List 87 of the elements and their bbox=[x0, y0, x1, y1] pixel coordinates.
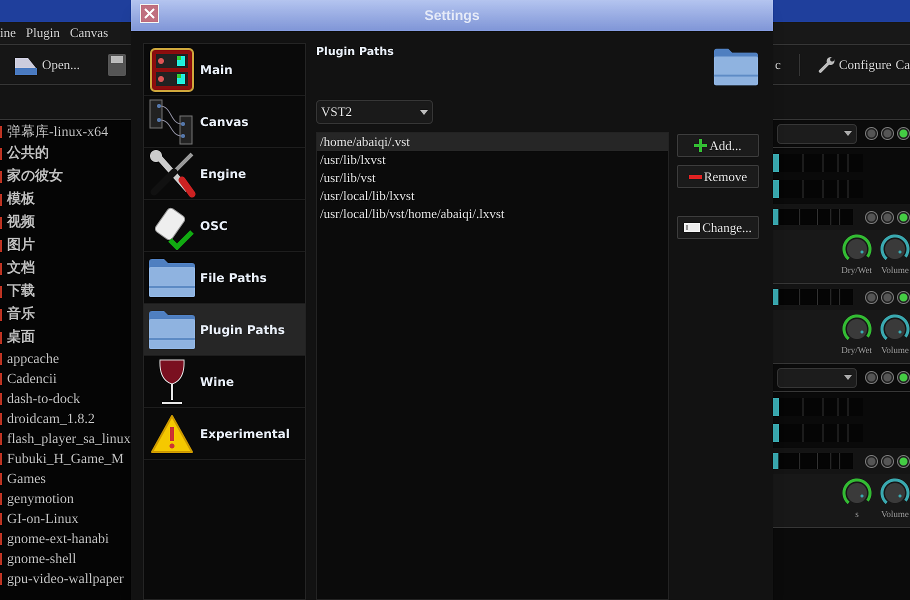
plugin-combo[interactable] bbox=[777, 124, 857, 144]
menu-item[interactable]: ine bbox=[0, 23, 16, 43]
led-icon bbox=[865, 371, 878, 384]
led-icon bbox=[897, 454, 910, 468]
knob-label: Volume bbox=[881, 264, 909, 277]
knob-label: s bbox=[855, 508, 859, 521]
tools-icon bbox=[148, 150, 196, 198]
sidebar-item[interactable]: Canvas bbox=[144, 96, 305, 148]
remove-button[interactable]: Remove bbox=[677, 165, 759, 188]
warning-icon bbox=[150, 414, 194, 454]
caret-icon bbox=[844, 131, 852, 136]
open-button[interactable]: Open... bbox=[42, 54, 80, 74]
menu-item[interactable]: Canvas bbox=[70, 23, 108, 43]
led-icon bbox=[897, 210, 910, 224]
mixer-icon bbox=[150, 48, 194, 92]
file-item[interactable]: dash-to-dock bbox=[7, 388, 80, 410]
add-button[interactable]: Add... bbox=[677, 134, 759, 157]
sidebar-item[interactable]: Plugin Paths bbox=[144, 304, 305, 356]
knob-label: Dry/Wet bbox=[841, 344, 872, 357]
led-icon bbox=[865, 210, 878, 224]
file-item[interactable]: 公共的 bbox=[7, 143, 49, 164]
sidebar-item[interactable]: OSC bbox=[144, 200, 305, 252]
close-icon bbox=[144, 8, 155, 19]
led-icon bbox=[881, 454, 894, 468]
file-item[interactable]: 桌面 bbox=[7, 327, 35, 348]
knob-label: Volume bbox=[881, 508, 909, 521]
file-item[interactable]: 下载 bbox=[7, 281, 35, 302]
file-item[interactable]: gnome-ext-hanabi bbox=[7, 528, 109, 550]
file-item[interactable]: gnome-shell bbox=[7, 548, 76, 570]
file-item[interactable]: 视频 bbox=[7, 212, 35, 233]
folder-icon bbox=[148, 258, 196, 298]
led-icon bbox=[881, 127, 894, 140]
wine-glass-icon bbox=[157, 358, 187, 406]
sidebar-item[interactable]: Wine bbox=[144, 356, 305, 408]
led-icon bbox=[881, 210, 894, 224]
configure-button[interactable]: Configure bbox=[838, 54, 892, 74]
led-icon bbox=[865, 454, 878, 468]
path-item[interactable]: /home/abaiqi/.vst bbox=[317, 133, 668, 151]
minus-icon bbox=[688, 174, 702, 178]
file-item[interactable]: 弹幕库-linux-x64 bbox=[7, 122, 108, 142]
sidebar-item[interactable]: Engine bbox=[144, 148, 305, 200]
path-item[interactable]: /usr/lib/lxvst bbox=[317, 151, 668, 169]
led-icon bbox=[865, 127, 878, 140]
plus-icon bbox=[694, 139, 708, 152]
led-icon bbox=[897, 290, 910, 304]
window-title: Settings bbox=[424, 6, 480, 25]
caret-icon bbox=[844, 375, 852, 380]
file-item[interactable]: Games bbox=[7, 468, 46, 490]
file-item[interactable]: 家の彼女 bbox=[7, 166, 63, 187]
close-button[interactable] bbox=[140, 4, 159, 23]
file-item[interactable]: 文档 bbox=[7, 258, 35, 279]
file-item[interactable]: gpu-video-wallpaper bbox=[7, 568, 124, 590]
path-item[interactable]: /usr/local/lib/vst/home/abaiqi/.lxvst bbox=[317, 205, 668, 223]
led-icon bbox=[897, 127, 910, 140]
folder-icon bbox=[713, 47, 759, 87]
caret-icon bbox=[420, 110, 428, 114]
toolbar-label[interactable]: Ca bbox=[896, 54, 910, 74]
sidebar-item[interactable]: Experimental bbox=[144, 408, 305, 460]
sidebar-item[interactable]: Main bbox=[144, 44, 305, 96]
file-item[interactable]: Fubuki_H_Game_M bbox=[7, 448, 124, 470]
knob-label: Dry/Wet bbox=[841, 264, 872, 277]
file-item[interactable]: droidcam_1.8.2 bbox=[7, 408, 95, 430]
toolbar-label[interactable]: c bbox=[775, 54, 781, 74]
plugin-type-dropdown[interactable]: VST2 bbox=[316, 100, 433, 124]
panel-title: Plugin Paths bbox=[316, 44, 394, 60]
floppy-icon bbox=[108, 54, 126, 76]
file-item[interactable]: Cadencii bbox=[7, 368, 57, 390]
file-item[interactable]: GI-on-Linux bbox=[7, 508, 79, 530]
knob-label: Volume bbox=[881, 344, 909, 357]
path-item[interactable]: /usr/local/lib/lxvst bbox=[317, 187, 668, 205]
led-icon bbox=[897, 371, 910, 384]
plugin-combo[interactable] bbox=[777, 368, 857, 388]
file-item[interactable]: 音乐 bbox=[7, 304, 35, 325]
file-item[interactable]: 图片 bbox=[7, 235, 35, 256]
path-item[interactable]: /usr/lib/vst bbox=[317, 169, 668, 187]
file-item[interactable]: genymotion bbox=[7, 488, 74, 510]
menu-item[interactable]: Plugin bbox=[26, 23, 60, 43]
file-item[interactable]: flash_player_sa_linux bbox=[7, 428, 131, 450]
led-icon bbox=[881, 290, 894, 304]
text-field-icon bbox=[684, 223, 700, 232]
folder-icon bbox=[148, 310, 196, 350]
change-button[interactable]: Change... bbox=[677, 216, 759, 239]
led-icon bbox=[865, 290, 878, 304]
sidebar-item[interactable]: File Paths bbox=[144, 252, 305, 304]
file-item[interactable]: 模板 bbox=[7, 189, 35, 210]
led-icon bbox=[881, 371, 894, 384]
file-item[interactable]: appcache bbox=[7, 348, 60, 370]
